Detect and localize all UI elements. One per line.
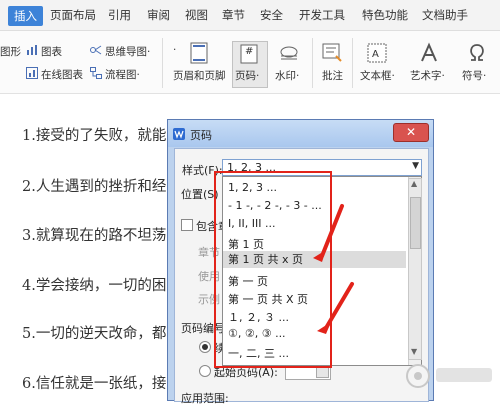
tab-view[interactable]: 视图: [185, 7, 208, 23]
site-watermark-logo: [406, 364, 492, 388]
include-chapter-checkbox[interactable]: [181, 219, 193, 231]
dialog-title: 页码: [190, 129, 212, 142]
header-footer-button[interactable]: 页眉和页脚: [173, 68, 226, 83]
tab-references[interactable]: 引用: [108, 7, 131, 23]
chart-icon: [27, 45, 37, 55]
doc-line: 4.学会接纳，一切的困: [22, 278, 167, 294]
ribbon-tab-bar: 插入 页面布局 引用 审阅 视图 章节 安全 开发工具 特色功能 文档助手: [0, 0, 500, 31]
scrollbar-thumb[interactable]: [410, 197, 421, 249]
tab-doc-assistant[interactable]: 文档助手: [422, 7, 468, 23]
ribbon-divider: [312, 38, 313, 88]
mindmap-icon: [90, 45, 102, 55]
comment-button[interactable]: 批注: [322, 68, 343, 83]
page-number-glyph: #: [245, 46, 254, 57]
tab-review[interactable]: 审阅: [147, 7, 170, 23]
mindmap-label[interactable]: 思维导图·: [105, 44, 150, 59]
watermark-button[interactable]: 水印·: [275, 68, 299, 83]
watermark-icon: [280, 46, 298, 60]
doc-line: 5.一切的逆天改命，都: [22, 326, 167, 342]
tab-insert[interactable]: 插入: [8, 6, 43, 26]
svg-text:A: A: [372, 49, 379, 60]
tab-features[interactable]: 特色功能: [362, 7, 408, 23]
ribbon-divider: [162, 38, 163, 88]
close-button[interactable]: ✕: [393, 123, 429, 142]
header-footer-icon: [190, 42, 208, 64]
chevron-down-icon[interactable]: ▼: [412, 161, 419, 171]
ribbon-divider: [352, 38, 353, 88]
row1-dot: ·: [173, 44, 177, 56]
tab-developer[interactable]: 开发工具: [299, 7, 345, 23]
continue-numbering-radio[interactable]: [199, 341, 211, 353]
tab-chapter[interactable]: 章节: [222, 7, 245, 23]
shapes-label[interactable]: 图形: [0, 44, 21, 59]
flowchart-icon: [90, 67, 102, 79]
doc-line: 6.信任就是一张纸，接: [22, 376, 167, 392]
chart-label[interactable]: 图表: [41, 44, 62, 59]
textbox-button[interactable]: 文本框·: [360, 68, 395, 83]
position-label: 位置(S): [181, 188, 219, 201]
textbox-icon: A: [367, 43, 387, 63]
doc-line: 3.就算现在的路不坦荡: [22, 228, 167, 244]
dialog-scrollbar[interactable]: ▲ ▼: [408, 178, 422, 360]
page-number-button[interactable]: 页码·: [235, 68, 259, 83]
wps-app-icon: [173, 128, 185, 140]
symbol-button[interactable]: 符号·: [462, 68, 486, 83]
tab-security[interactable]: 安全: [260, 7, 283, 23]
online-chart-icon: [26, 67, 38, 79]
start-at-radio[interactable]: [199, 365, 211, 377]
annotation-arrows: [313, 204, 354, 334]
scroll-up-icon[interactable]: ▲: [411, 179, 417, 188]
online-chart-label[interactable]: 在线图表: [41, 67, 83, 82]
dialog-titlebar[interactable]: 页码 ✕: [168, 120, 433, 147]
tab-page-layout[interactable]: 页面布局: [50, 7, 96, 23]
doc-line: 1.接受的了失败，就能: [22, 128, 167, 144]
wordart-icon: [421, 42, 437, 62]
flowchart-label[interactable]: 流程图·: [105, 67, 140, 82]
doc-line: 2.人生遇到的挫折和经: [22, 179, 167, 195]
comment-icon: [322, 43, 342, 62]
omega-symbol-icon: [470, 44, 484, 61]
apply-scope-label: 应用范围:: [181, 392, 229, 405]
wordart-button[interactable]: 艺术字·: [410, 68, 445, 83]
